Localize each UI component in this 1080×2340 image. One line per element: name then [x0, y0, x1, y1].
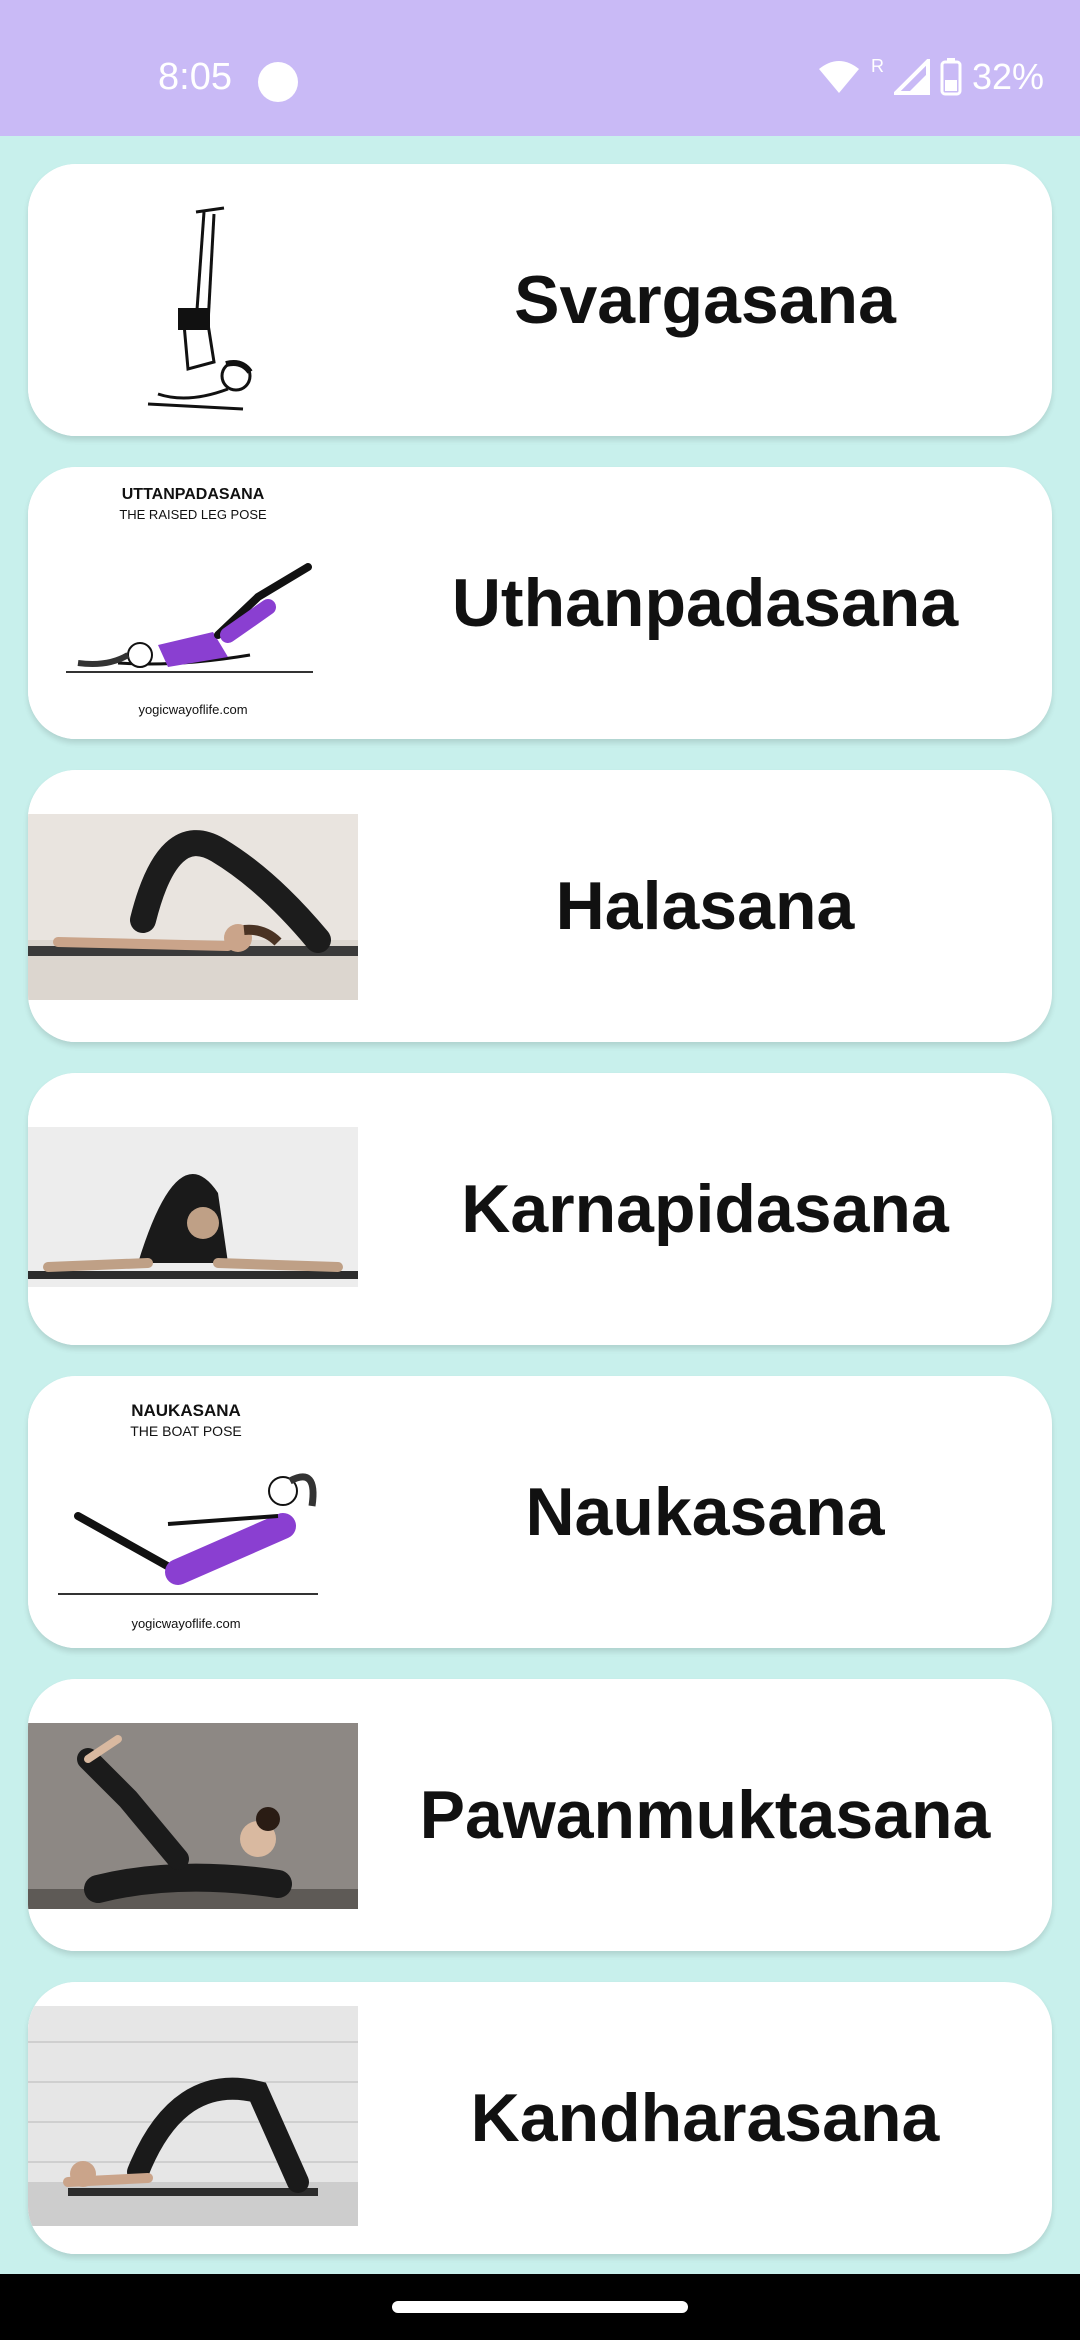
battery-percentage: 32%: [971, 56, 1044, 97]
pose-card-naukasana[interactable]: NAUKASANA THE BOAT POSE yogicwayoflife.c…: [28, 1376, 1052, 1648]
pose-image-kandharasana: [28, 1982, 358, 2254]
pose-card-kandharasana[interactable]: Kandharasana: [28, 1982, 1052, 2254]
pose-name: Karnapidasana: [461, 1171, 949, 1247]
pose-image-svargasana: [28, 164, 358, 436]
caption-title: NAUKASANA: [131, 1401, 241, 1420]
pose-name: Pawanmuktasana: [419, 1777, 991, 1853]
home-gesture-handle[interactable]: [392, 2301, 688, 2313]
battery-icon: [940, 58, 962, 96]
wifi-icon: [818, 61, 859, 93]
pose-name: Halasana: [555, 868, 855, 944]
status-icons: R 32%: [817, 56, 1044, 98]
pose-name: Svargasana: [514, 262, 896, 338]
pose-name: Naukasana: [525, 1474, 885, 1550]
status-time: 8:05: [158, 56, 232, 98]
pose-image-pawanmuktasana: [28, 1679, 358, 1951]
pose-card-halasana[interactable]: Halasana: [28, 770, 1052, 1042]
caption-site: yogicwayoflife.com: [138, 702, 247, 717]
caption-subtitle: THE RAISED LEG POSE: [119, 507, 267, 522]
pose-name: Uthanpadasana: [451, 565, 959, 641]
cell-signal-icon: [893, 59, 930, 95]
caption-site: yogicwayoflife.com: [131, 1616, 240, 1631]
pose-image-halasana: [28, 770, 358, 1042]
notification-dot-icon: [258, 62, 298, 102]
pose-name: Kandharasana: [470, 2080, 940, 2156]
pose-image-naukasana: NAUKASANA THE BOAT POSE yogicwayoflife.c…: [28, 1376, 358, 1648]
pose-image-karnapidasana: [28, 1073, 358, 1345]
roaming-indicator: R: [870, 56, 884, 76]
caption-subtitle: THE BOAT POSE: [130, 1423, 242, 1439]
pose-card-uthanpadasana[interactable]: UTTANPADASANA THE RAISED LEG POSE yogicw…: [28, 467, 1052, 739]
pose-image-uthanpadasana: UTTANPADASANA THE RAISED LEG POSE yogicw…: [28, 467, 358, 739]
pose-card-svargasana[interactable]: Svargasana: [28, 164, 1052, 436]
pose-list[interactable]: Svargasana UTTANPADASANA THE RAISED LEG …: [0, 136, 1080, 2274]
caption-title: UTTANPADASANA: [122, 486, 265, 503]
pose-card-karnapidasana[interactable]: Karnapidasana: [28, 1073, 1052, 1345]
status-bar: 8:05 R 32%: [0, 0, 1080, 136]
pose-card-pawanmuktasana[interactable]: Pawanmuktasana: [28, 1679, 1052, 1951]
